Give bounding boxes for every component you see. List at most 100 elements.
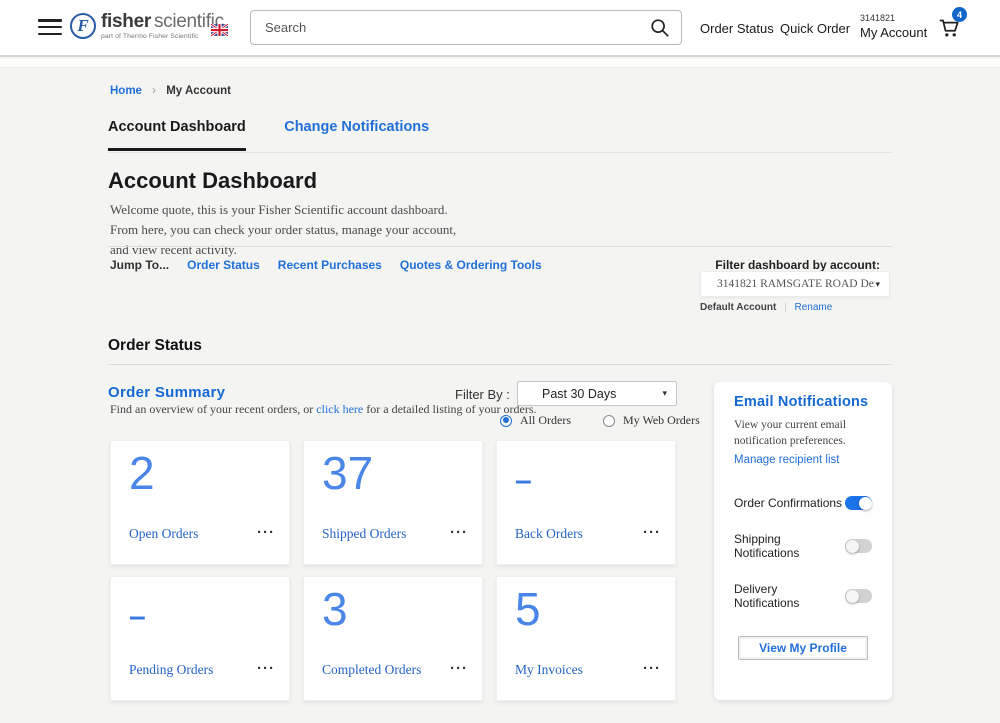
email-notifications-title: Email Notifications xyxy=(734,394,872,410)
more-options-icon[interactable]: ··· xyxy=(450,528,468,538)
card-pending-orders[interactable]: – Pending Orders ··· xyxy=(110,576,290,701)
order-summary-subtext: Find an overview of your recent orders, … xyxy=(110,402,537,417)
search-bar xyxy=(250,10,682,45)
cart-button[interactable]: 4 xyxy=(936,14,962,40)
radio-all-orders[interactable]: All Orders xyxy=(500,413,571,428)
tabs-row: Account Dashboard Change Notifications xyxy=(108,118,892,153)
chevron-down-icon: ▾ xyxy=(662,388,676,399)
toggle-row-delivery-notifications: Delivery Notifications xyxy=(734,582,872,610)
account-meta: Default Account | Rename xyxy=(700,302,832,313)
chevron-down-icon: ▾ xyxy=(875,279,889,290)
filter-by-label: Filter By : xyxy=(455,387,510,402)
card-link[interactable]: My Invoices xyxy=(515,662,583,678)
toggle-label: Delivery Notifications xyxy=(734,582,845,610)
account-filter-value: 3141821 RAMSGATE ROAD Default Account xyxy=(701,278,875,290)
more-options-icon[interactable]: ··· xyxy=(643,528,661,538)
breadcrumb-separator-icon: › xyxy=(152,85,156,97)
card-link[interactable]: Open Orders xyxy=(129,526,198,542)
jump-to-quotes-tools[interactable]: Quotes & Ordering Tools xyxy=(400,258,542,272)
default-account-label: Default Account xyxy=(700,302,776,313)
more-options-icon[interactable]: ··· xyxy=(450,664,468,674)
logo-f-icon: F xyxy=(70,13,96,39)
radio-my-web-orders-label: My Web Orders xyxy=(623,413,700,428)
manage-recipient-list-link[interactable]: Manage recipient list xyxy=(734,454,839,466)
nav-quick-order[interactable]: Quick Order xyxy=(780,21,850,36)
toggle-label: Shipping Notifications xyxy=(734,532,845,560)
radio-button-icon[interactable] xyxy=(603,415,615,427)
card-count: 37 xyxy=(322,443,373,503)
card-link[interactable]: Back Orders xyxy=(515,526,583,542)
uk-flag-icon[interactable] xyxy=(211,23,228,35)
search-input[interactable] xyxy=(251,11,641,44)
account-filter-dropdown[interactable]: 3141821 RAMSGATE ROAD Default Account ▾ xyxy=(700,271,890,297)
radio-all-orders-label: All Orders xyxy=(520,413,571,428)
radio-button-icon[interactable] xyxy=(500,415,512,427)
nav-order-status[interactable]: Order Status xyxy=(700,21,774,36)
click-here-link[interactable]: click here xyxy=(316,402,363,416)
order-status-heading: Order Status xyxy=(108,337,202,355)
header-subbar xyxy=(0,59,1000,68)
logo-text: fisherscientific part of Thermo Fisher S… xyxy=(101,12,224,40)
logo-brand-bold: fisher xyxy=(101,11,151,32)
menu-icon[interactable] xyxy=(38,19,62,37)
notification-toggles: Order Confirmations Shipping Notificatio… xyxy=(734,496,872,610)
card-link[interactable]: Shipped Orders xyxy=(322,526,406,542)
card-count: – xyxy=(129,587,146,647)
date-range-dropdown[interactable]: Past 30 Days ▾ xyxy=(517,381,677,406)
order-summary-title: Order Summary xyxy=(108,384,225,401)
card-open-orders[interactable]: 2 Open Orders ··· xyxy=(110,440,290,565)
card-count: 5 xyxy=(515,579,541,639)
delivery-notifications-toggle[interactable] xyxy=(845,589,872,603)
toggle-knob xyxy=(846,540,859,553)
view-my-profile-button[interactable]: View My Profile xyxy=(738,636,868,660)
search-icon[interactable] xyxy=(649,17,671,39)
card-count: 3 xyxy=(322,579,348,639)
card-link[interactable]: Completed Orders xyxy=(322,662,421,678)
tab-change-notifications[interactable]: Change Notifications xyxy=(284,119,429,148)
toggle-knob xyxy=(859,497,872,510)
divider xyxy=(108,246,892,247)
card-back-orders[interactable]: – Back Orders ··· xyxy=(496,440,676,565)
logo-tagline: part of Thermo Fisher Scientific xyxy=(101,33,224,40)
divider xyxy=(108,364,892,365)
jump-to-order-status[interactable]: Order Status xyxy=(187,258,260,272)
card-count: – xyxy=(515,451,532,511)
email-notifications-panel: Email Notifications View your current em… xyxy=(714,382,892,700)
order-cards-grid: 2 Open Orders ··· 37 Shipped Orders ··· … xyxy=(110,440,676,701)
toggle-row-order-confirmations: Order Confirmations xyxy=(734,496,872,510)
breadcrumb: Home › My Account xyxy=(110,85,231,97)
order-confirmations-toggle[interactable] xyxy=(845,496,872,510)
account-number: 3141821 xyxy=(860,13,927,23)
card-link[interactable]: Pending Orders xyxy=(129,662,213,678)
breadcrumb-current: My Account xyxy=(166,85,231,97)
more-options-icon[interactable]: ··· xyxy=(643,664,661,674)
date-range-value: Past 30 Days xyxy=(518,387,662,401)
toggle-knob xyxy=(846,590,859,603)
jump-to-recent-purchases[interactable]: Recent Purchases xyxy=(278,258,382,272)
tab-account-dashboard[interactable]: Account Dashboard xyxy=(108,119,246,151)
toggle-label: Order Confirmations xyxy=(734,496,842,510)
card-my-invoices[interactable]: 5 My Invoices ··· xyxy=(496,576,676,701)
toggle-row-shipping-notifications: Shipping Notifications xyxy=(734,532,872,560)
jump-to-label: Jump To... xyxy=(110,258,169,272)
radio-my-web-orders[interactable]: My Web Orders xyxy=(603,413,700,428)
summary-text-pre: Find an overview of your recent orders, … xyxy=(110,402,316,416)
shipping-notifications-toggle[interactable] xyxy=(845,539,872,553)
my-account-label: My Account xyxy=(860,25,927,41)
more-options-icon[interactable]: ··· xyxy=(257,528,275,538)
card-shipped-orders[interactable]: 37 Shipped Orders ··· xyxy=(303,440,483,565)
meta-divider: | xyxy=(784,302,787,313)
page-title: Account Dashboard xyxy=(108,168,317,194)
breadcrumb-home-link[interactable]: Home xyxy=(110,85,142,97)
email-notifications-description: View your current email notification pre… xyxy=(734,418,872,449)
welcome-text: Welcome quote, this is your Fisher Scien… xyxy=(110,200,460,260)
cart-count-badge: 4 xyxy=(952,7,967,22)
card-completed-orders[interactable]: 3 Completed Orders ··· xyxy=(303,576,483,701)
jump-to-nav: Jump To... Order Status Recent Purchases… xyxy=(110,258,542,272)
more-options-icon[interactable]: ··· xyxy=(257,664,275,674)
rename-link[interactable]: Rename xyxy=(794,302,832,313)
top-header: F fisherscientific part of Thermo Fisher… xyxy=(0,0,1000,57)
card-count: 2 xyxy=(129,443,155,503)
nav-my-account[interactable]: 3141821 My Account xyxy=(860,13,927,41)
fisher-scientific-logo[interactable]: F fisherscientific part of Thermo Fisher… xyxy=(70,12,224,40)
